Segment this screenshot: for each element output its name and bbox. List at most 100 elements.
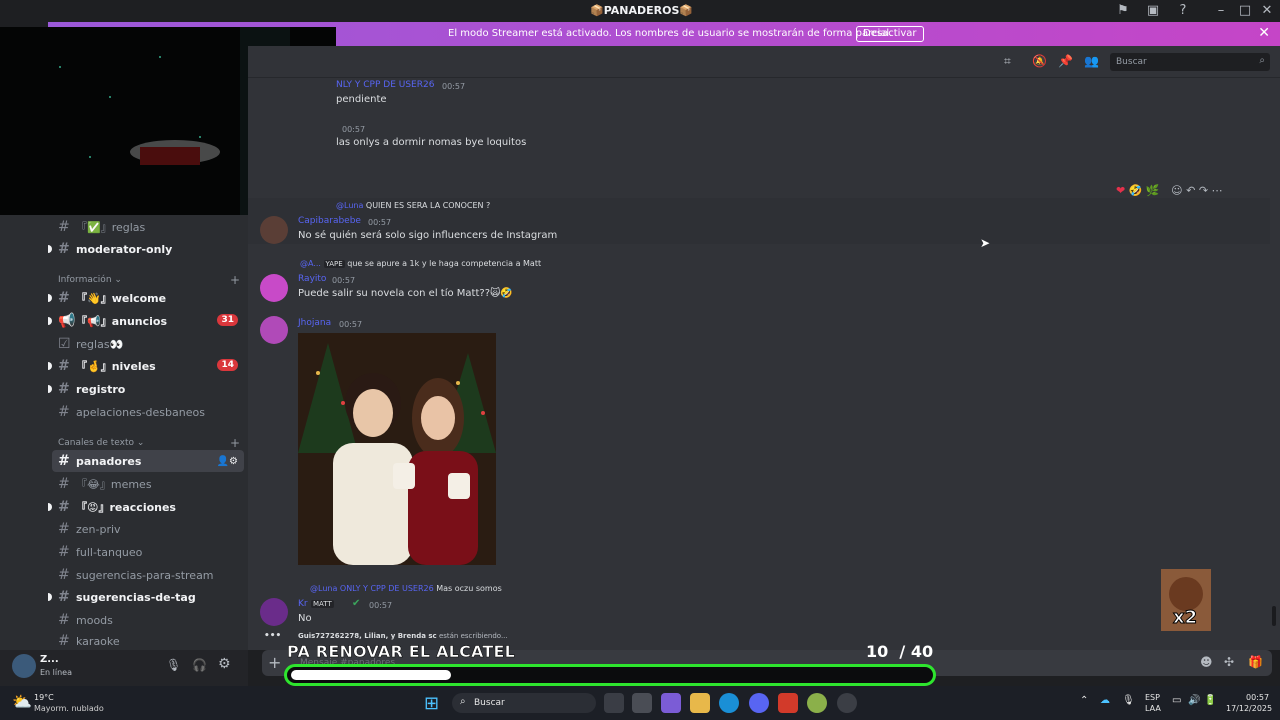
message-author[interactable]: Rayito <box>298 274 326 284</box>
file-explorer-icon[interactable] <box>690 693 710 713</box>
app-icon[interactable] <box>807 693 827 713</box>
channel-zen-priv[interactable]: # zen-priv <box>52 518 244 540</box>
taskbar-search[interactable]: ⌕ Buscar <box>452 693 596 713</box>
laugh-reaction-icon[interactable]: 🤣 <box>1129 184 1143 197</box>
weather-icon[interactable]: ⛅ <box>12 692 32 711</box>
message-author[interactable]: Capibarabebe <box>298 216 361 226</box>
task-view-icon[interactable] <box>604 693 624 713</box>
category-informacion[interactable]: Información ⌄ + <box>58 273 240 287</box>
members-icon[interactable]: 👥 <box>1084 54 1099 68</box>
message-author[interactable]: NLY Y CPP DE USER26 <box>336 80 434 90</box>
add-channel-icon[interactable]: + <box>230 436 240 450</box>
goal-title: PA RENOVAR EL ALCATEL <box>287 642 515 662</box>
channel-full-tanqueo[interactable]: # full-tanqueo <box>52 541 244 563</box>
avatar[interactable] <box>260 598 288 626</box>
channel-registro[interactable]: # registro <box>48 378 244 400</box>
lang-secondary[interactable]: LAA <box>1145 704 1161 713</box>
goal-total: / 40 <box>899 642 934 661</box>
gift-icon[interactable]: 🎁 <box>1248 655 1263 669</box>
message-author[interactable]: Jhojana <box>298 318 331 328</box>
inbox-icon[interactable]: ▣ <box>1145 3 1161 19</box>
plant-reaction-icon[interactable]: 🌿 <box>1146 184 1160 197</box>
channel-welcome[interactable]: # 『👋』welcome <box>48 287 244 309</box>
channel-label: moderator-only <box>76 242 173 256</box>
edge-icon[interactable] <box>719 693 739 713</box>
avatar[interactable] <box>260 274 288 302</box>
headphones-icon[interactable]: 🎧 <box>192 658 207 672</box>
megaphone-icon: 📢 <box>58 313 76 329</box>
onedrive-icon[interactable]: ☁ <box>1100 695 1110 706</box>
banner-text: El modo Streamer está activado. Los nomb… <box>448 28 893 39</box>
attached-photo[interactable] <box>298 333 496 565</box>
forward-icon[interactable]: ↷ <box>1199 184 1208 197</box>
tiktok-studio-icon[interactable] <box>778 693 798 713</box>
message-timestamp: 00:57 <box>339 320 363 329</box>
channel-label: registro <box>76 382 126 396</box>
heart-reaction-icon[interactable]: ❤ <box>1116 184 1125 197</box>
close-icon[interactable]: ✕ <box>1258 25 1270 41</box>
apps-icon[interactable]: ✣ <box>1224 655 1234 669</box>
channel-reglas-eyes[interactable]: ☑ reglas👀 <box>52 333 244 355</box>
obs-icon[interactable] <box>837 693 857 713</box>
windows-start-icon[interactable]: ⊞ <box>424 693 439 714</box>
more-icon[interactable]: ⋯ <box>1212 184 1223 197</box>
scrollbar-thumb[interactable] <box>1272 606 1276 626</box>
channel-moderator-only[interactable]: # moderator-only <box>48 238 244 260</box>
volume-icon[interactable]: 🔊 <box>1188 695 1200 706</box>
channel-apelaciones[interactable]: # apelaciones-desbaneos <box>52 401 244 423</box>
message-list: NLY Y CPP DE USER26 00:57 pendiente 00:5… <box>248 78 1280 650</box>
tray-expand-icon[interactable]: ⌃ <box>1080 695 1088 706</box>
minimize-icon[interactable]: – <box>1213 3 1229 19</box>
inbox-flag-icon[interactable]: ⚑ <box>1115 3 1131 19</box>
user-status: En línea <box>40 668 73 677</box>
channel-settings-icon[interactable]: 👤⚙ <box>217 456 238 467</box>
pin-icon[interactable]: 📌 <box>1058 54 1073 68</box>
sticker-icon[interactable]: ☻ <box>1200 655 1213 669</box>
message-author[interactable]: Kr <box>298 599 308 609</box>
avatar[interactable] <box>260 216 288 244</box>
add-channel-icon[interactable]: + <box>230 273 240 287</box>
channel-label: 『🤞』niveles <box>76 360 156 373</box>
copilot-icon[interactable] <box>661 693 681 713</box>
reply-reference[interactable]: @A... YAPE que se apure a 1k y le haga c… <box>300 259 541 268</box>
category-label: Información <box>58 275 112 285</box>
channel-moods[interactable]: # moods <box>52 609 244 631</box>
channel-karaoke[interactable]: # karaoke <box>52 632 244 650</box>
microphone-icon[interactable]: 🎙 <box>166 658 181 672</box>
channel-reacciones[interactable]: # 『😡』reacciones <box>48 496 244 518</box>
reply-reference[interactable]: @Luna ONLY Y CPP DE USER26 Mas oczu somo… <box>310 584 502 593</box>
channel-memes[interactable]: # 『😂』memes <box>52 473 244 495</box>
reply-icon[interactable]: ↶ <box>1186 184 1195 197</box>
battery-icon[interactable]: 🔋 <box>1204 695 1216 706</box>
mic-tray-icon[interactable]: 🎙 <box>1122 695 1135 706</box>
lang-primary[interactable]: ESP <box>1145 693 1160 702</box>
channel-niveles[interactable]: # 『🤞』niveles 14 <box>48 355 244 377</box>
channel-sugerencias-para-stream[interactable]: # sugerencias-para-stream <box>52 564 244 586</box>
avatar[interactable] <box>260 316 288 344</box>
channel-panadores[interactable]: # panadores 👤⚙ <box>52 450 244 472</box>
search-input[interactable]: Buscar ⌕ <box>1110 53 1270 71</box>
store-icon[interactable] <box>632 693 652 713</box>
channel-reglas[interactable]: # 『✅』reglas <box>52 216 244 238</box>
add-attachment-icon[interactable]: + <box>268 653 281 672</box>
category-canales-de-texto[interactable]: Canales de texto ⌄ + <box>58 436 240 450</box>
rules-icon: ☑ <box>58 336 71 352</box>
close-window-icon[interactable]: ✕ <box>1259 3 1275 19</box>
discord-icon[interactable] <box>749 693 769 713</box>
clock-date[interactable]: 17/12/2025 <box>1226 704 1272 713</box>
mute-bell-icon[interactable]: 🔕 <box>1032 54 1047 68</box>
add-reaction-icon[interactable]: ☺ <box>1171 184 1182 197</box>
deactivate-button[interactable]: Desactivar <box>856 26 924 42</box>
help-icon[interactable]: ? <box>1175 3 1191 19</box>
maximize-icon[interactable]: □ <box>1237 3 1253 19</box>
user-settings-icon[interactable]: ⚙ <box>218 656 231 672</box>
clock-time[interactable]: 00:57 <box>1246 693 1269 702</box>
threads-icon[interactable]: ⌗ <box>1004 54 1011 69</box>
network-icon[interactable]: ▭ <box>1172 695 1181 706</box>
reply-author: @Luna ONLY Y CPP DE USER26 <box>310 584 434 593</box>
reply-reference[interactable]: @Luna QUIEN ES SERA LA CONOCEN ? <box>336 201 490 210</box>
reply-text: QUIEN ES SERA LA CONOCEN ? <box>365 201 491 210</box>
channel-anuncios[interactable]: 📢 『📢』anuncios 31 <box>48 310 244 332</box>
avatar[interactable] <box>12 654 36 678</box>
channel-sugerencias-de-tag[interactable]: # sugerencias-de-tag <box>48 586 244 608</box>
